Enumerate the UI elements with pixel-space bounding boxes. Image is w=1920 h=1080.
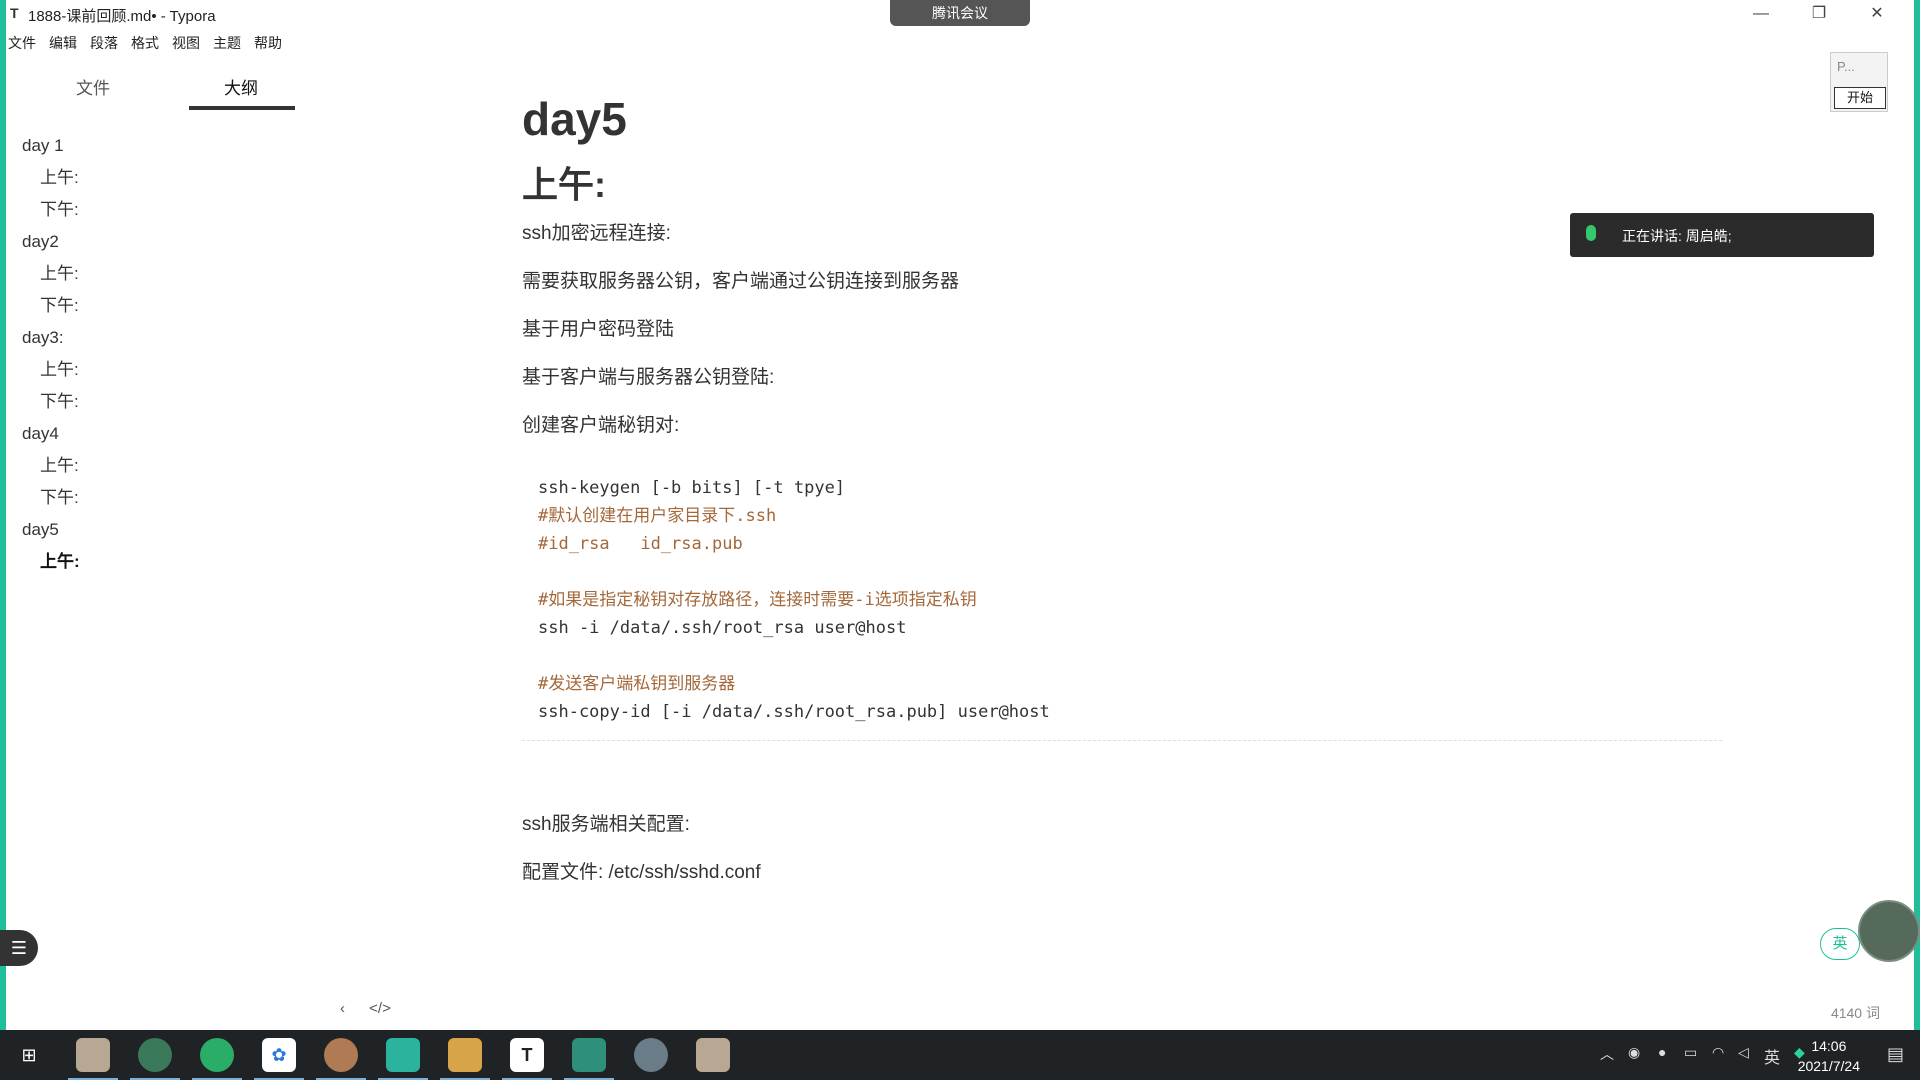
typora-taskbar-icon[interactable]: T bbox=[502, 1038, 552, 1080]
network-icon[interactable]: ◠ bbox=[1712, 1044, 1724, 1061]
editor[interactable]: day5 上午: ssh加密远程连接: 需要获取服务器公钥，客户端通过公钥连接到… bbox=[522, 80, 1722, 897]
outline-item[interactable]: day4 bbox=[22, 418, 80, 450]
folder-icon[interactable] bbox=[440, 1038, 490, 1080]
chrome-icon[interactable] bbox=[130, 1038, 180, 1080]
volume-icon[interactable]: ◁ bbox=[1738, 1044, 1749, 1061]
restore-button[interactable]: ❐ bbox=[1790, 0, 1848, 28]
browser-icon[interactable] bbox=[634, 1038, 668, 1072]
sidebar: 文件 大纲 day 1 上午: 下午: day2 上午: 下午: day3: 上午: 下午: da… bbox=[6, 60, 331, 1010]
paragraph-group-config: ssh服务端相关配置: 配置文件: /etc/ssh/sshd.conf bbox=[522, 801, 1722, 897]
speaking-indicator: 正在讲话: 周启皓; bbox=[1570, 213, 1874, 257]
wechat-icon[interactable] bbox=[192, 1038, 242, 1080]
avatar[interactable] bbox=[1858, 900, 1920, 962]
meeting-badge-label: 腾讯会议 bbox=[932, 5, 988, 21]
battery-icon[interactable]: ▭ bbox=[1684, 1044, 1697, 1061]
outline-item[interactable]: 上午: bbox=[22, 258, 80, 290]
outline-item[interactable]: 下午: bbox=[22, 290, 80, 322]
outline-item[interactable]: day5 bbox=[22, 514, 80, 546]
windows-start-icon[interactable]: ⊞ bbox=[12, 1038, 46, 1072]
paragraph[interactable]: 基于客户端与服务器公钥登陆: bbox=[522, 354, 1722, 402]
typora-app-icon: T bbox=[10, 5, 19, 21]
meeting-badge[interactable]: 腾讯会议 bbox=[890, 0, 1030, 26]
menu-bar: 文件 编辑 段落 格式 视图 主题 帮助 bbox=[6, 30, 293, 54]
heading-day5[interactable]: day5 bbox=[522, 80, 1722, 158]
window-border-right bbox=[1914, 0, 1920, 1030]
close-button[interactable]: ✕ bbox=[1848, 0, 1906, 28]
taskbar-app-icon[interactable] bbox=[696, 1038, 730, 1072]
tab-outline[interactable]: 大纲 bbox=[224, 74, 258, 99]
ime-badge[interactable]: 英 bbox=[1820, 928, 1860, 960]
menu-edit[interactable]: 编辑 bbox=[47, 30, 84, 54]
start-button[interactable]: 开始 bbox=[1834, 87, 1886, 109]
status-bar: ‹ </> bbox=[340, 1000, 411, 1024]
music-app-icon[interactable] bbox=[316, 1038, 366, 1080]
menu-format[interactable]: 格式 bbox=[129, 30, 166, 54]
paragraph[interactable]: ssh服务端相关配置: bbox=[522, 801, 1722, 849]
code-line: ssh-copy-id [-i /data/.ssh/root_rsa.pub]… bbox=[538, 702, 1050, 722]
menu-help[interactable]: 帮助 bbox=[252, 30, 289, 54]
paragraph[interactable]: 需要获取服务器公钥，客户端通过公钥连接到服务器 bbox=[522, 258, 1722, 306]
outline-item[interactable]: 下午: bbox=[22, 194, 80, 226]
taskbar: ⊞ ✿ T ︿ ◉ ● ▭ ◠ ◁ 英 ◆ 14:06 2021/7/24 ▤ bbox=[0, 1030, 1920, 1080]
source-code-toggle-icon[interactable]: </> bbox=[369, 1000, 391, 1017]
tray-expand-icon[interactable]: ︿ bbox=[1600, 1044, 1614, 1064]
microphone-icon bbox=[1586, 225, 1596, 241]
menu-file[interactable]: 文件 bbox=[6, 30, 43, 54]
outline-list: day 1 上午: 下午: day2 上午: 下午: day3: 上午: 下午: day4 上午: 下… bbox=[22, 130, 80, 578]
remote-desktop-icon[interactable] bbox=[564, 1038, 614, 1080]
menu-paragraph[interactable]: 段落 bbox=[88, 30, 125, 54]
paragraph[interactable]: 配置文件: /etc/ssh/sshd.conf bbox=[522, 849, 1722, 897]
heading-morning[interactable]: 上午: bbox=[522, 160, 1722, 210]
tray-app-icon[interactable]: ◉ bbox=[1628, 1044, 1640, 1061]
notification-icon[interactable]: ▤ bbox=[1887, 1044, 1904, 1065]
word-count[interactable]: 4140 词 bbox=[1831, 1003, 1880, 1023]
tab-files[interactable]: 文件 bbox=[76, 74, 110, 99]
clock-time: 14:06 bbox=[1811, 1038, 1847, 1054]
tray-ime[interactable]: 英 bbox=[1764, 1044, 1780, 1068]
paragraph-group: ssh加密远程连接: 需要获取服务器公钥，客户端通过公钥连接到服务器 基于用户密… bbox=[522, 210, 1722, 450]
minimize-button[interactable]: — bbox=[1732, 0, 1790, 28]
outline-item[interactable]: day3: bbox=[22, 322, 80, 354]
code-comment-line: #id_rsa id_rsa.pub bbox=[538, 534, 743, 554]
meeting-app-icon[interactable]: ✿ bbox=[254, 1038, 304, 1080]
window-title: 1888-课前回顾.md• - Typora bbox=[28, 8, 216, 25]
menu-theme[interactable]: 主题 bbox=[211, 30, 248, 54]
outline-item[interactable]: 上午: bbox=[22, 450, 80, 482]
meeting-mini-label: P... bbox=[1837, 59, 1855, 74]
paragraph[interactable]: 创建客户端秘钥对: bbox=[522, 402, 1722, 450]
image-app-icon[interactable] bbox=[378, 1038, 428, 1080]
code-block[interactable]: ssh-keygen [-b bits] [-t tpye] #默认创建在用户家目… bbox=[522, 464, 1722, 741]
microphone-tray-icon[interactable]: ● bbox=[1658, 1044, 1666, 1060]
menu-view[interactable]: 视图 bbox=[170, 30, 207, 54]
speaking-text: 正在讲话: 周启皓; bbox=[1622, 228, 1732, 244]
code-line: ssh -i /data/.ssh/root_rsa user@host bbox=[538, 618, 907, 638]
paragraph[interactable]: 基于用户密码登陆 bbox=[522, 306, 1722, 354]
outline-item[interactable]: day2 bbox=[22, 226, 80, 258]
outline-item[interactable]: day 1 bbox=[22, 130, 80, 162]
active-tab-indicator bbox=[189, 106, 295, 110]
clock-date: 2021/7/24 bbox=[1797, 1058, 1860, 1074]
clock[interactable]: 14:06 2021/7/24 bbox=[1798, 1036, 1860, 1076]
code-comment-line: #发送客户端私钥到服务器 bbox=[538, 674, 736, 694]
outline-item[interactable]: 上午: bbox=[22, 162, 80, 194]
code-comment-line: #默认创建在用户家目录下.ssh bbox=[538, 506, 777, 526]
code-line: ssh-keygen [-b bits] [-t tpye] bbox=[538, 478, 846, 498]
outline-item[interactable]: 下午: bbox=[22, 386, 80, 418]
outline-item[interactable]: 上午: bbox=[22, 354, 80, 386]
outline-item[interactable]: 下午: bbox=[22, 482, 80, 514]
outline-toggle-icon[interactable]: ☰ bbox=[0, 930, 38, 966]
window-controls: — ❐ ✕ bbox=[1732, 0, 1906, 28]
paragraph[interactable]: ssh加密远程连接: bbox=[522, 210, 1722, 258]
back-icon[interactable]: ‹ bbox=[340, 1000, 345, 1017]
code-comment-line: #如果是指定秘钥对存放路径，连接时需要-i选项指定私钥 bbox=[538, 590, 977, 610]
outline-item[interactable]: 上午: bbox=[22, 546, 80, 578]
meeting-mini-panel: P... 开始 bbox=[1830, 52, 1888, 112]
sidebar-tabs: 文件 大纲 bbox=[6, 60, 331, 112]
taskbar-app-icon[interactable] bbox=[68, 1038, 118, 1080]
